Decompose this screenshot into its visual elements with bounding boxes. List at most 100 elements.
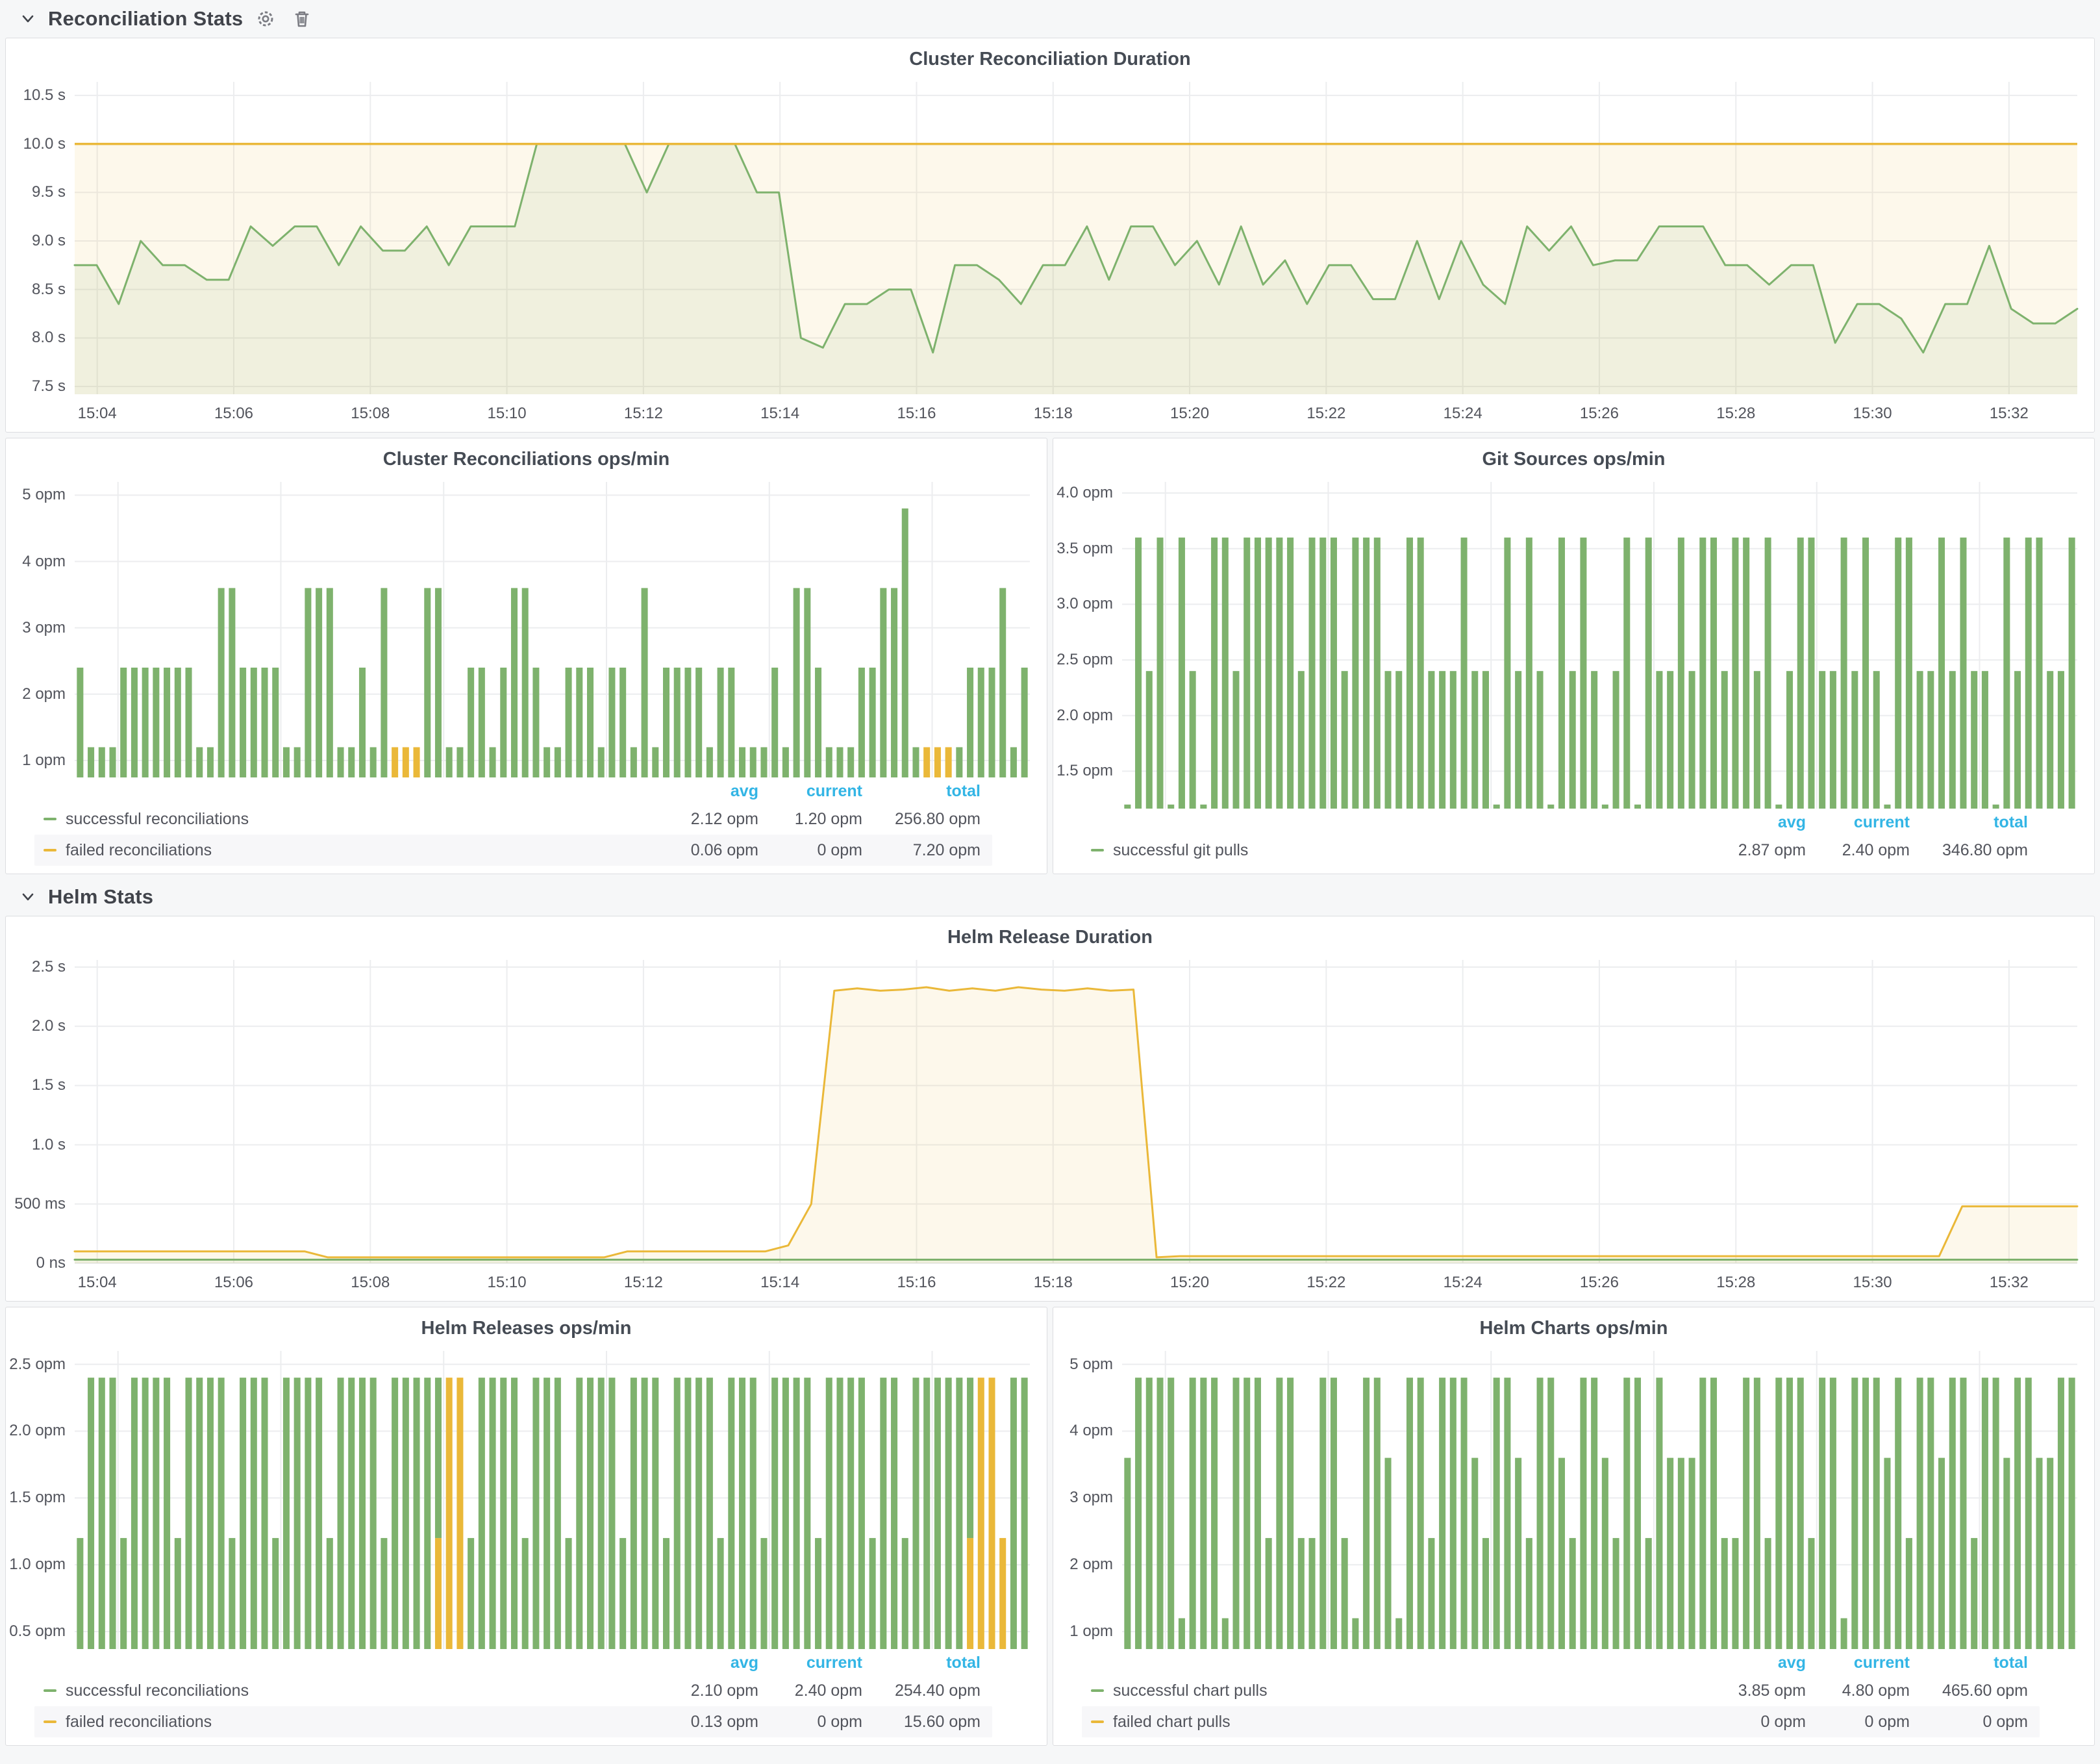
legend-series-label[interactable]: failed reconciliations (66, 1713, 212, 1732)
legend-row: successful reconciliations2.12 opm1.20 o… (34, 803, 992, 835)
x-tick-label: 15:28 (1716, 1274, 1755, 1292)
panel-title[interactable]: Cluster Reconciliation Duration (6, 38, 2094, 73)
section-title[interactable]: Reconciliation Stats (48, 7, 243, 31)
legend-col-avg[interactable]: avg (1702, 1654, 1806, 1672)
y-tick-label: 9.0 s (32, 232, 66, 250)
panel-title[interactable]: Cluster Reconciliations ops/min (6, 438, 1047, 473)
legend-series-label[interactable]: failed chart pulls (1113, 1713, 1231, 1732)
legend-col-total[interactable]: total (862, 1654, 992, 1672)
y-tick-label: 5 opm (1069, 1355, 1113, 1374)
chart-legend: avgcurrenttotal successful chart pulls3.8… (1082, 1650, 2040, 1737)
panel-git-sources-opm: Git Sources ops/min 1.0 opm1.5 opm2.0 op… (1053, 438, 2095, 874)
legend-total-value: 346.80 opm (1910, 841, 2040, 860)
y-tick-label: 8.0 s (32, 329, 66, 347)
x-tick-label: 15:28 (1716, 405, 1755, 423)
legend-col-current[interactable]: current (758, 1654, 862, 1672)
x-tick-label: 15:20 (1170, 405, 1209, 423)
legend-row: failed chart pulls0 opm0 opm0 opm (1082, 1706, 2040, 1737)
chevron-down-icon[interactable] (19, 888, 36, 905)
y-tick-label: 9.5 s (32, 183, 66, 201)
y-tick-label: 3.5 opm (1056, 540, 1113, 558)
panel-cluster-reconciliations-opm: Cluster Reconciliations ops/min 0 opm1 o… (5, 438, 1047, 874)
legend-col-avg[interactable]: avg (655, 782, 758, 801)
legend-row: failed reconciliations0.06 opm0 opm7.20 … (34, 835, 992, 866)
legend-col-total[interactable]: total (862, 782, 992, 801)
legend-total-value: 254.40 opm (862, 1682, 992, 1700)
x-tick-label: 15:26 (1580, 1274, 1619, 1292)
chart-legend: avgcurrenttotal successful reconciliation… (34, 779, 992, 866)
y-tick-label: 1.5 s (32, 1076, 66, 1094)
panel-helm-charts-opm: Helm Charts ops/min 0 opm 1 opm 2 opm 3 opm… (1053, 1307, 2095, 1746)
y-tick-label: 0.5 opm (9, 1622, 66, 1641)
legend-series-label[interactable]: successful reconciliations (66, 810, 249, 829)
y-tick-label: 10.5 s (23, 86, 66, 105)
y-tick-label: 3 opm (22, 619, 66, 637)
gear-icon[interactable] (255, 8, 277, 30)
legend-col-avg[interactable]: avg (655, 1654, 758, 1672)
legend-avg-value: 0.06 opm (655, 841, 758, 860)
legend-series-label[interactable]: successful reconciliations (66, 1682, 249, 1700)
series-color-dash-icon (1091, 1689, 1104, 1692)
legend-total-value: 15.60 opm (862, 1713, 992, 1732)
chart-canvas[interactable]: 0 ns500 ms1.0 s1.5 s2.0 s2.5 s15:0415:06… (6, 951, 2094, 1301)
panel-title[interactable]: Git Sources ops/min (1053, 438, 2094, 473)
series-color-dash-icon (1091, 1720, 1104, 1723)
legend-col-total[interactable]: total (1910, 1654, 2040, 1672)
chart-canvas[interactable]: 7.5 s8.0 s8.5 s9.0 s9.5 s10.0 s10.5 s15:… (6, 73, 2094, 432)
x-tick-label: 15:24 (1444, 405, 1482, 423)
legend-avg-value: 0 opm (1702, 1713, 1806, 1732)
legend-col-current[interactable]: current (1806, 813, 1910, 832)
legend-col-current[interactable]: current (1806, 1654, 1910, 1672)
y-tick-label: 2.5 opm (9, 1355, 66, 1374)
section-title[interactable]: Helm Stats (48, 885, 153, 909)
chart-canvas[interactable]: 0 opm0.5 opm1.0 opm1.5 opm2.0 opm2.5 opm… (6, 1342, 1047, 1649)
legend-current-value: 0 opm (758, 841, 862, 860)
legend-col-total[interactable]: total (1910, 813, 2040, 832)
y-tick-label: 2 opm (1069, 1556, 1113, 1574)
trash-icon[interactable] (291, 8, 313, 30)
legend-row: successful chart pulls3.85 opm4.80 opm46… (1082, 1675, 2040, 1706)
x-tick-label: 15:12 (624, 405, 663, 423)
y-tick-label: 2.0 s (32, 1017, 66, 1035)
legend-total-value: 465.60 opm (1910, 1682, 2040, 1700)
x-tick-label: 15:10 (488, 405, 527, 423)
chart-canvas[interactable]: 1.0 opm1.5 opm2.0 opm2.5 opm3.0 opm3.5 o… (1053, 473, 2094, 809)
chart-legend: avgcurrenttotal successful reconciliation… (34, 1650, 992, 1737)
x-tick-label: 15:18 (1034, 1274, 1073, 1292)
series-color-dash-icon (44, 1720, 56, 1723)
y-tick-label: 4 opm (22, 553, 66, 571)
y-tick-label: 3 opm (1069, 1489, 1113, 1507)
legend-col-current[interactable]: current (758, 782, 862, 801)
x-tick-label: 15:32 (1990, 405, 2029, 423)
chevron-down-icon[interactable] (19, 10, 36, 27)
x-tick-label: 15:32 (1990, 1274, 2029, 1292)
y-tick-label: 0 ns (36, 1254, 66, 1272)
y-tick-label: 5 opm (22, 486, 66, 504)
legend-col-avg[interactable]: avg (1702, 813, 1806, 832)
panel-title[interactable]: Helm Releases ops/min (6, 1307, 1047, 1342)
y-tick-label: 2.5 opm (1056, 651, 1113, 669)
series-color-dash-icon (44, 849, 56, 851)
chart-canvas[interactable]: 0 opm1 opm2 opm3 opm4 opm5 opm15:0515:10… (6, 473, 1047, 777)
legend-total-value: 0 opm (1910, 1713, 2040, 1732)
x-tick-label: 15:14 (760, 405, 799, 423)
panel-title[interactable]: Helm Charts ops/min (1053, 1307, 2094, 1342)
legend-total-value: 256.80 opm (862, 810, 992, 829)
section-header-helm-stats[interactable]: Helm Stats (5, 878, 2095, 916)
y-tick-label: 2.0 opm (1056, 707, 1113, 725)
legend-current-value: 1.20 opm (758, 810, 862, 829)
legend-row: successful reconciliations2.10 opm2.40 o… (34, 1675, 992, 1706)
y-tick-label: 8.5 s (32, 281, 66, 299)
legend-series-label[interactable]: successful git pulls (1113, 841, 1248, 860)
x-tick-label: 15:06 (214, 405, 253, 423)
x-tick-label: 15:14 (760, 1274, 799, 1292)
legend-row: successful git pulls2.87 opm2.40 opm346.… (1082, 835, 2040, 866)
y-tick-label: 1 opm (1069, 1622, 1113, 1641)
section-header-reconciliation-stats[interactable]: Reconciliation Stats (5, 0, 2095, 38)
y-tick-label: 1.0 opm (9, 1556, 66, 1574)
legend-series-label[interactable]: failed reconciliations (66, 841, 212, 860)
chart-canvas[interactable]: 0 opm1 opm2 opm3 opm4 opm5 opm15:0515:10… (1053, 1342, 2094, 1649)
legend-series-label[interactable]: successful chart pulls (1113, 1682, 1268, 1700)
dashboard: Reconciliation Stats Cluster Reconciliat… (0, 0, 2100, 1764)
panel-title[interactable]: Helm Release Duration (6, 916, 2094, 951)
